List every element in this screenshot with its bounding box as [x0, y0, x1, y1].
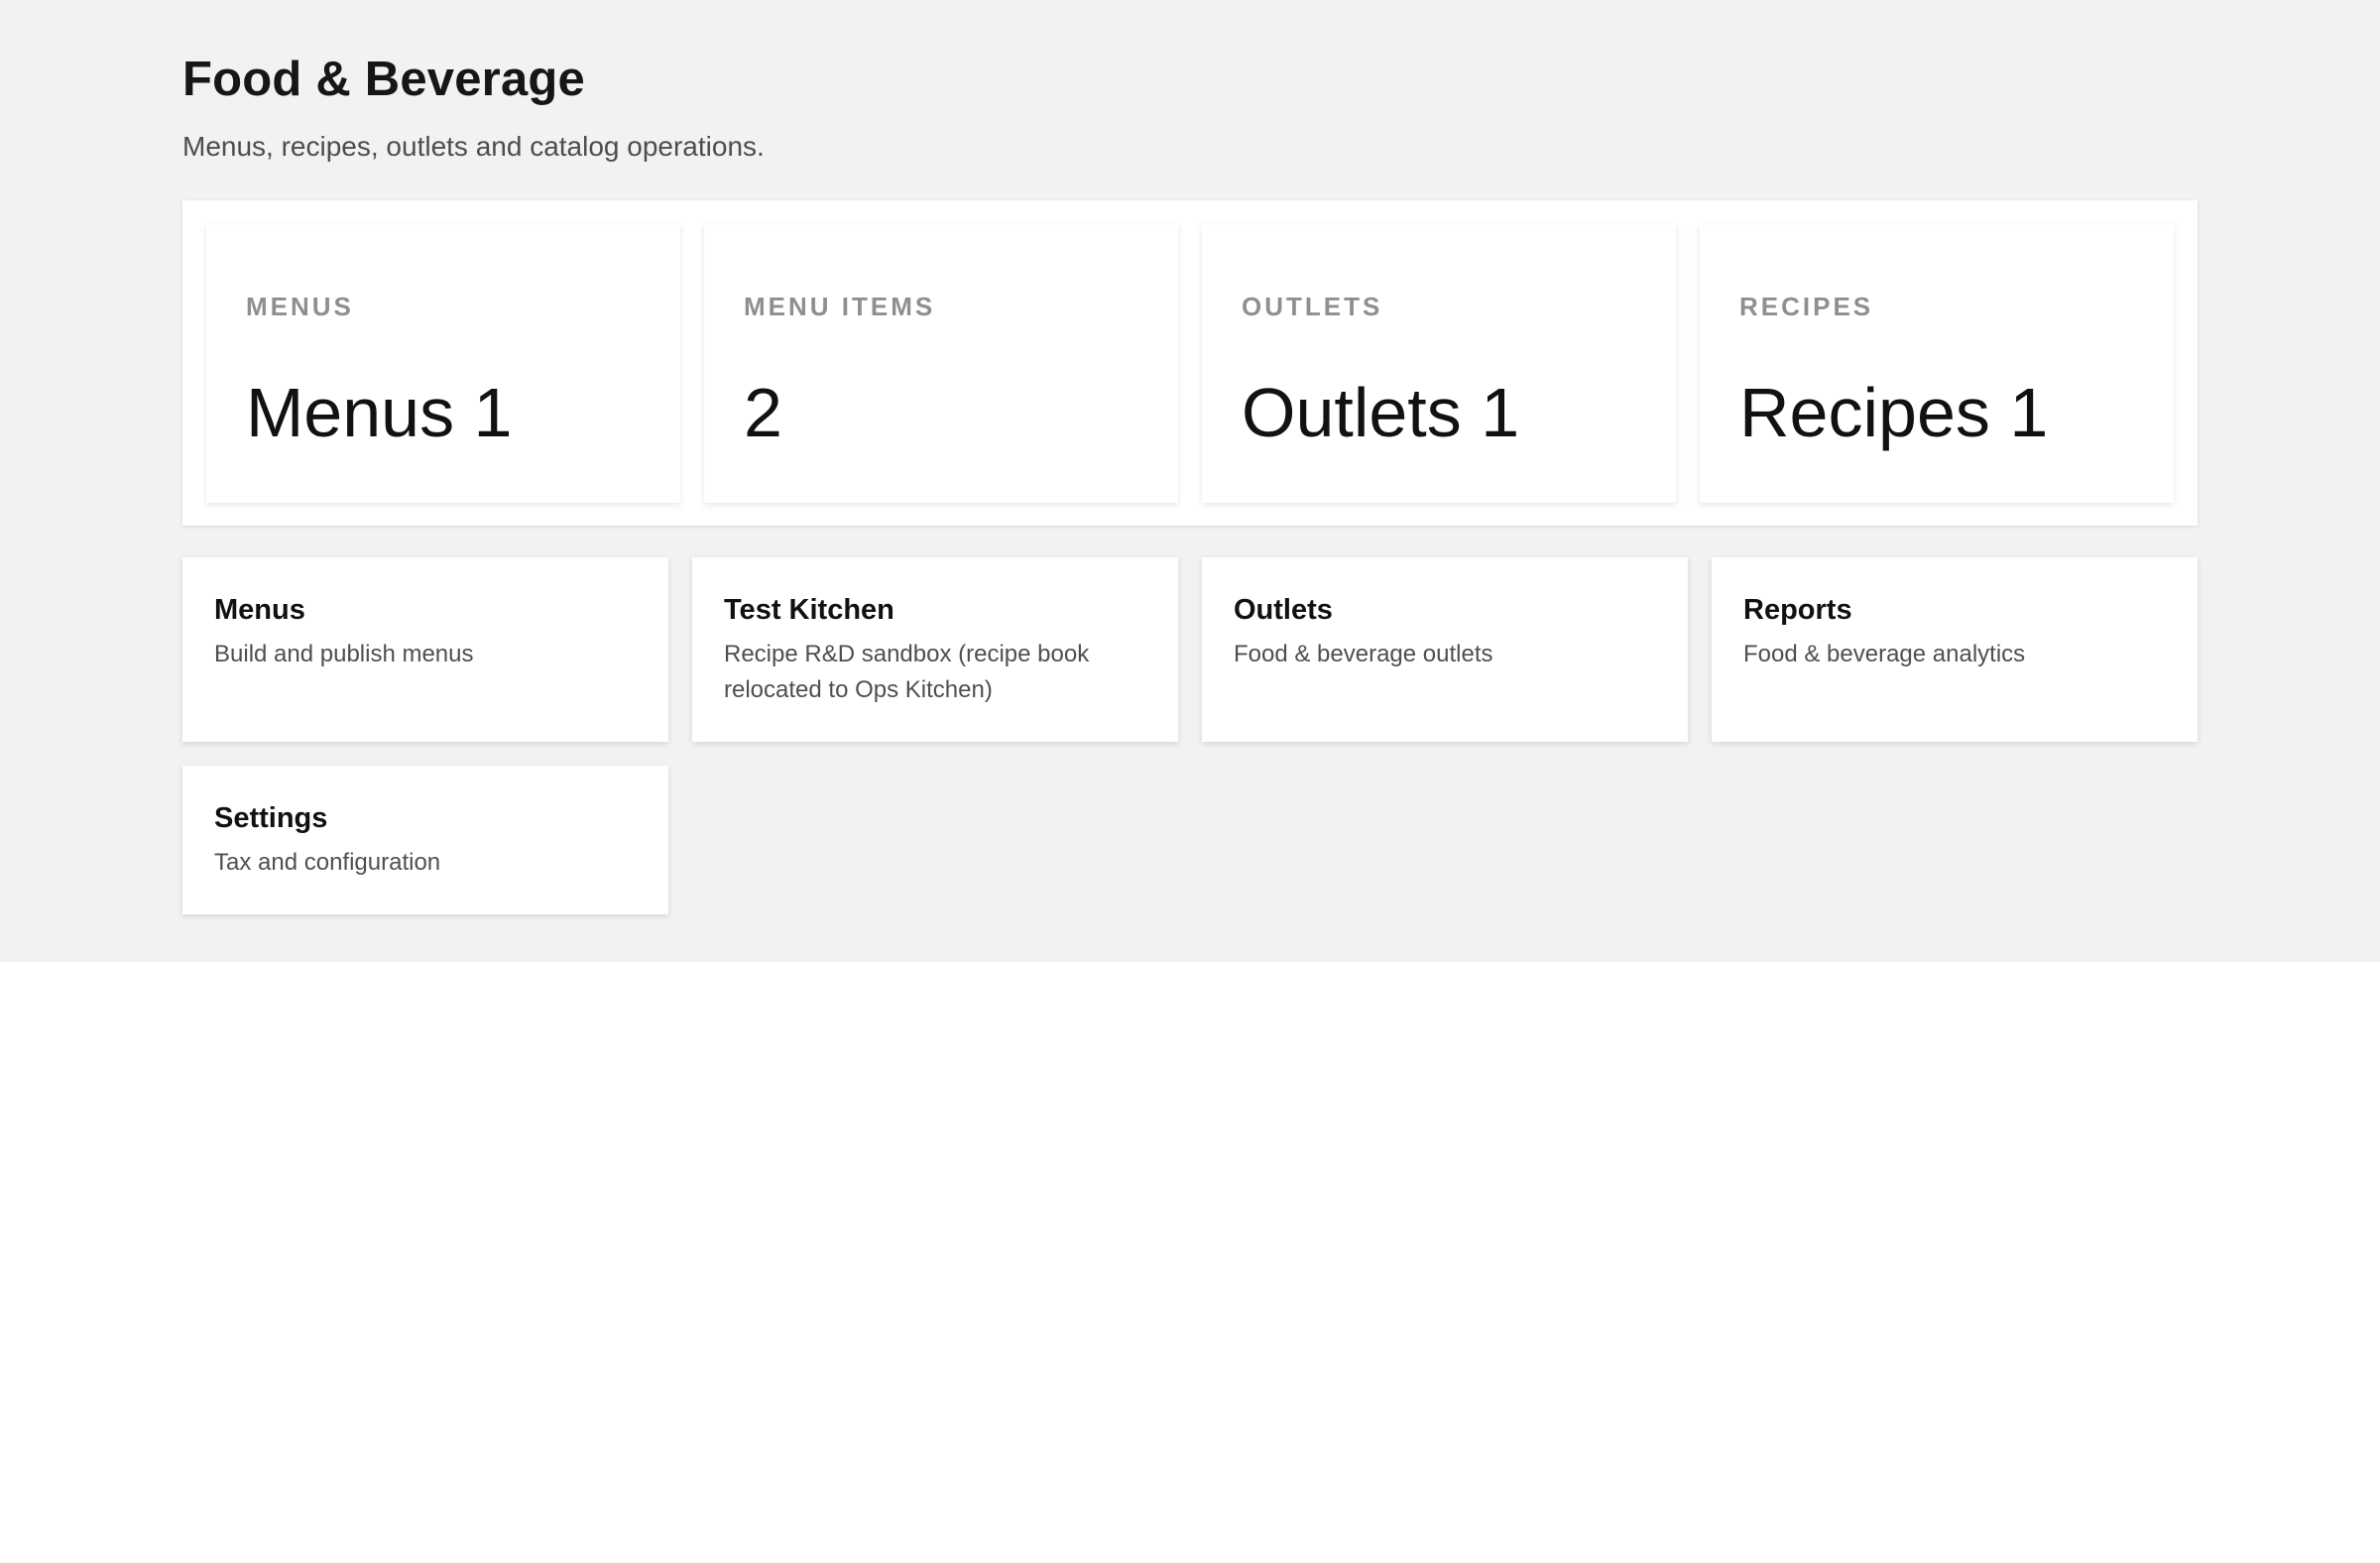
stat-label: RECIPES: [1739, 292, 1874, 321]
nav-card-title: Settings: [214, 802, 328, 834]
stats-panel: MENUS Menus 1 MENU ITEMS 2 OUTLETS Outle…: [182, 200, 2198, 526]
stat-label: MENUS: [246, 292, 354, 321]
stat-value: Recipes 1: [1739, 374, 2049, 451]
nav-card-reports[interactable]: Reports Food & beverage analytics: [1712, 557, 2198, 742]
nav-card-description: Tax and configuration: [214, 849, 441, 876]
nav-card-description: Recipe R&D sandbox (recipe book relocate…: [724, 641, 1090, 703]
stat-label: OUTLETS: [1242, 292, 1383, 321]
nav-card-test-kitchen[interactable]: Test Kitchen Recipe R&D sandbox (recipe …: [692, 557, 1178, 742]
nav-card-outlets[interactable]: Outlets Food & beverage outlets: [1202, 557, 1688, 742]
nav-card-description: Build and publish menus: [214, 641, 474, 667]
page-subtitle: Menus, recipes, outlets and catalog oper…: [182, 131, 765, 162]
stat-value: Menus 1: [246, 374, 513, 451]
nav-card-settings[interactable]: Settings Tax and configuration: [182, 766, 668, 914]
stat-value: Outlets 1: [1242, 374, 1520, 451]
stat-value: 2: [744, 374, 782, 451]
nav-card-menus[interactable]: Menus Build and publish menus: [182, 557, 668, 742]
nav-card-title: Outlets: [1234, 594, 1333, 626]
stat-card-outlets: OUTLETS Outlets 1: [1202, 224, 1676, 503]
stat-card-recipes: RECIPES Recipes 1: [1700, 224, 2174, 503]
stat-card-menu-items: MENU ITEMS 2: [704, 224, 1178, 503]
nav-card-description: Food & beverage analytics: [1743, 641, 2026, 667]
nav-card-description: Food & beverage outlets: [1234, 641, 1493, 667]
page-title: Food & Beverage: [182, 53, 585, 106]
stat-card-menus: MENUS Menus 1: [206, 224, 680, 503]
nav-card-title: Test Kitchen: [724, 594, 894, 626]
stat-label: MENU ITEMS: [744, 292, 936, 321]
nav-card-title: Reports: [1743, 594, 1852, 626]
nav-card-title: Menus: [214, 594, 305, 626]
